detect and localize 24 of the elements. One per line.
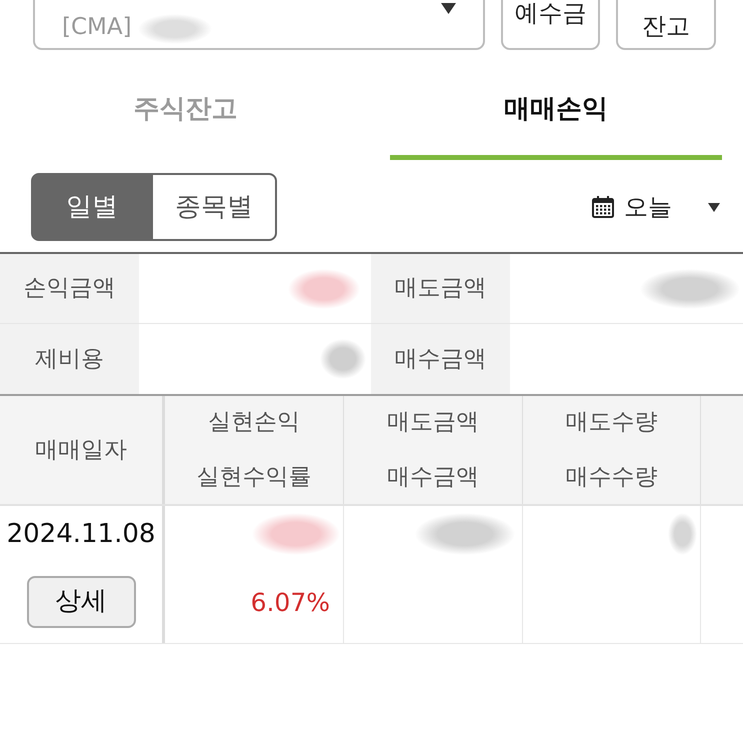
calendar-icon — [592, 196, 614, 218]
summary-label: 손익금액 — [0, 254, 139, 324]
column-label: 매매일자 — [35, 436, 127, 464]
caret-icon — [441, 3, 456, 14]
header-button[interactable]: 잔고 — [616, 0, 716, 50]
column-label: 매도수량 — [566, 408, 658, 437]
column-label: 매수금액 — [387, 463, 479, 492]
summary-label: 매수금액 — [371, 324, 510, 394]
summary-label: 매도금액 — [371, 254, 510, 324]
toggle-option[interactable]: 일별 — [31, 173, 153, 241]
return-rate: 6.07% — [250, 586, 330, 619]
summary-label: 제비용 — [0, 324, 139, 394]
date-filter[interactable]: 오늘 — [592, 189, 720, 225]
column-label: 실현손익 — [208, 408, 300, 437]
detail-button[interactable]: 상세 — [26, 576, 136, 628]
toggle-option[interactable]: 종목별 — [153, 173, 277, 241]
account-type: [CMA] — [62, 14, 132, 40]
header-button[interactable]: 예수금 — [501, 0, 600, 50]
tab[interactable]: 매매손익 — [390, 60, 722, 160]
column-label: 매도금액 — [387, 408, 479, 437]
trade-date: 2024.11.08 — [6, 518, 156, 550]
caret-icon — [708, 202, 720, 212]
column-label: 매수수량 — [566, 463, 658, 492]
column-label: 실현수익률 — [196, 463, 312, 492]
